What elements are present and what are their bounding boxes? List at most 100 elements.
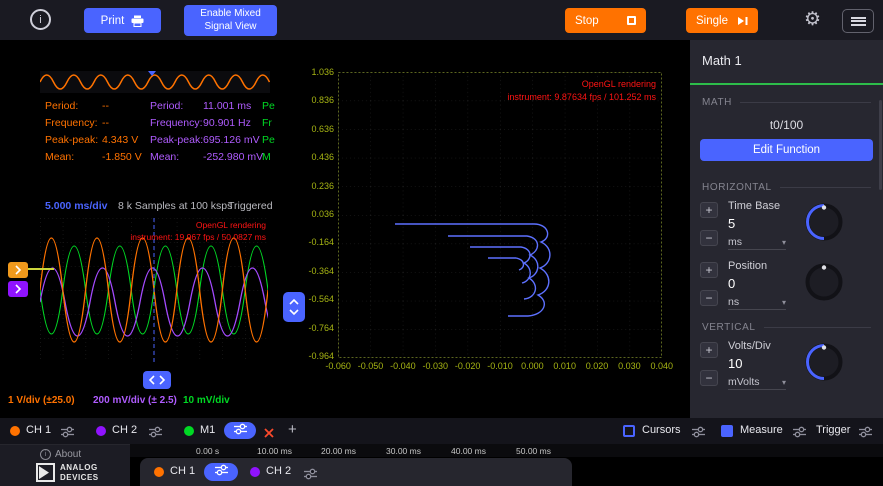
xy-plot[interactable]: OpenGL rendering instrument: 9.87634 fps… [338, 72, 662, 358]
ch2-color-dot[interactable] [96, 426, 106, 436]
logo-line1: ANALOG [60, 463, 99, 473]
ch1-peakpeak-value: 4.343 V [102, 134, 138, 146]
running-indicator-line [690, 83, 883, 85]
position-unit-dropdown[interactable]: ns▾ [728, 296, 786, 310]
background-channel-bar: CH 1 CH 2 [140, 458, 572, 486]
ch1-offset-handle[interactable] [8, 262, 28, 278]
channel-toolbar: CH 1 CH 2 M1 + Cursors Measure Trigger [0, 418, 883, 444]
xy-x-axis: -0.060 -0.050 -0.040 -0.030 -0.020 -0.01… [322, 361, 678, 373]
measure-settings-icon[interactable] [792, 425, 807, 443]
panel-scrollbar[interactable] [879, 100, 882, 190]
x-tick: 0.000 [516, 361, 548, 373]
volts-div-unit-dropdown[interactable]: mVolts▾ [728, 376, 786, 390]
preview-position-marker[interactable] [148, 71, 156, 76]
opengl-line1: OpenGL rendering [130, 220, 266, 232]
m1-period-clipped: Pe [262, 100, 280, 112]
trigger-label[interactable]: Trigger [816, 424, 850, 436]
ch2-settings-icon[interactable] [303, 467, 318, 485]
hamburger-menu-button[interactable] [842, 9, 874, 33]
ch2-frequency-label: Frequency: [150, 117, 203, 129]
time-domain-plot[interactable]: OpenGL rendering instrument: 19.967 fps … [40, 218, 268, 362]
ch2-channel-button[interactable]: CH 2 [112, 424, 137, 436]
m1-settings-button-active[interactable] [224, 422, 256, 439]
time-base-label: Time Base [728, 200, 780, 212]
ch1-mean-label: Mean: [45, 151, 74, 163]
ch2-mean-value: -252.980 mV [203, 151, 263, 163]
ch2-color-dot[interactable] [250, 467, 260, 477]
ch2-offset-handle[interactable] [8, 281, 28, 297]
stop-label: Stop [575, 15, 599, 27]
ch2-period-value: 11.001 ms [203, 100, 251, 112]
m1-frequency-clipped: Fr [262, 117, 280, 129]
adi-logo-icon [36, 463, 55, 482]
m1-close-icon[interactable] [264, 425, 274, 443]
time-base-value[interactable]: 5 [728, 216, 735, 231]
volts-div-decrement-button[interactable]: − [700, 370, 718, 386]
xy-y-axis: 1.036 0.836 0.636 0.436 0.236 0.036 -0.1… [292, 66, 334, 362]
m1-peakpeak-clipped: Pe [262, 134, 280, 146]
position-increment-button[interactable]: + [700, 262, 718, 278]
stop-button[interactable]: Stop [565, 8, 646, 33]
xy-canvas [338, 72, 662, 358]
time-tick: 50.00 ms [516, 446, 551, 456]
trigger-settings-icon[interactable] [858, 425, 873, 443]
volts-div-knob[interactable] [802, 340, 846, 384]
ch2-settings-icon[interactable] [148, 425, 163, 443]
stop-icon [627, 16, 636, 25]
cursors-checkbox[interactable] [623, 425, 635, 437]
printer-icon [131, 15, 144, 27]
time-base-increment-button[interactable]: + [700, 202, 718, 218]
time-base-decrement-button[interactable]: − [700, 230, 718, 246]
sample-rate-status: 8 k Samples at 100 ksps [118, 200, 232, 212]
measure-label[interactable]: Measure [740, 424, 783, 436]
position-knob[interactable] [802, 260, 846, 304]
ch1-channel-button[interactable]: CH 1 [170, 465, 195, 477]
time-tick: 20.00 ms [321, 446, 356, 456]
ch1-settings-icon[interactable] [60, 425, 75, 443]
chevron-down-icon: ▾ [782, 298, 786, 307]
logo-line2: DEVICES [60, 473, 99, 483]
add-channel-button[interactable]: + [288, 421, 297, 438]
ch1-color-dot[interactable] [154, 467, 164, 477]
ch1-settings-button-active[interactable] [204, 463, 238, 481]
ch1-color-dot[interactable] [10, 426, 20, 436]
chevron-right-icon [14, 284, 22, 294]
gear-icon[interactable]: ⚙ [804, 10, 821, 29]
x-tick: -0.030 [419, 361, 451, 373]
ch1-channel-button[interactable]: CH 1 [26, 424, 51, 436]
print-button[interactable]: Print [84, 8, 161, 33]
cursors-label[interactable]: Cursors [642, 424, 681, 436]
position-decrement-button[interactable]: − [700, 290, 718, 306]
ch2-mean-label: Mean: [150, 151, 179, 163]
ch2-frequency-value: 90.901 Hz [203, 117, 251, 129]
enable-mixed-signal-button[interactable]: Enable Mixed Signal View [184, 5, 277, 36]
m1-color-dot[interactable] [184, 426, 194, 436]
time-tick: 40.00 ms [451, 446, 486, 456]
ch2-channel-button[interactable]: CH 2 [266, 465, 291, 477]
volts-div-unit: mVolts [728, 376, 760, 388]
time-base-knob[interactable] [802, 200, 846, 244]
time-tick: 30.00 ms [386, 446, 421, 456]
volts-div-value[interactable]: 10 [728, 356, 742, 371]
horizontal-section-label: HORIZONTAL [702, 182, 772, 193]
edit-function-button[interactable]: Edit Function [700, 139, 873, 161]
measure-checkbox[interactable] [721, 425, 733, 437]
time-position-handle[interactable] [143, 371, 171, 389]
math-settings-panel: Math 1 MATH t0/100 Edit Function HORIZON… [690, 40, 883, 418]
volts-div-increment-button[interactable]: + [700, 342, 718, 358]
cursors-settings-icon[interactable] [691, 425, 706, 443]
position-value[interactable]: 0 [728, 276, 735, 291]
scopy-oscilloscope-app: i Print Enable Mixed Signal View Stop Si… [0, 0, 883, 486]
y-tick: 0.436 [311, 151, 334, 163]
waveform-preview-strip[interactable] [40, 71, 270, 93]
offset-reference-line [28, 268, 54, 270]
ch2-peakpeak-value: 695.126 mV [203, 134, 260, 146]
chevron-left-right-icon [147, 374, 167, 386]
opengl-info-xy: OpenGL rendering instrument: 9.87634 fps… [507, 78, 656, 103]
m1-channel-button[interactable]: M1 [200, 424, 215, 436]
info-button[interactable]: i [30, 9, 51, 30]
time-base-unit-dropdown[interactable]: ms▾ [728, 236, 786, 250]
about-button[interactable]: i About [40, 449, 81, 460]
single-button[interactable]: Single [686, 8, 758, 33]
opengl-info-left: OpenGL rendering instrument: 19.967 fps … [130, 220, 266, 244]
